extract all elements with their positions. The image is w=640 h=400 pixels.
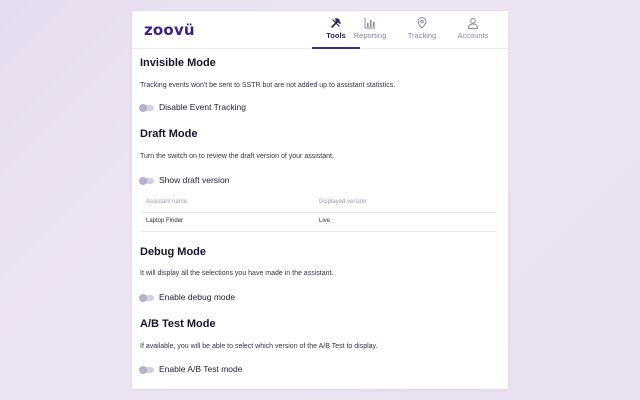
top-nav-bar: zoovü Tools Reporting Tracking Accounts bbox=[132, 11, 508, 49]
zoovu-logo: zoovü bbox=[144, 21, 195, 39]
ab-test-mode-heading: A/B Test Mode bbox=[140, 318, 216, 330]
switch-knob bbox=[139, 294, 147, 302]
tab-reporting-label: Reporting bbox=[353, 31, 387, 40]
ab-test-mode-description: If available, you will be able to select… bbox=[140, 343, 378, 350]
invisible-mode-heading: Invisible Mode bbox=[140, 57, 216, 69]
tab-tracking[interactable]: Tracking bbox=[396, 11, 448, 48]
cell-assistant-name: Laptop Finder bbox=[146, 218, 184, 224]
draft-mode-description: Turn the switch on to review the draft v… bbox=[140, 153, 334, 160]
extension-panel: zoovü Tools Reporting Tracking Accounts … bbox=[132, 11, 508, 389]
switch-knob bbox=[139, 177, 147, 185]
switch-knob bbox=[139, 104, 147, 112]
column-header-displayed-version: Displayed version bbox=[319, 199, 367, 205]
table-row: Laptop Finder Live bbox=[140, 213, 496, 232]
disable-event-tracking-label: Disable Event Tracking bbox=[159, 102, 246, 112]
user-icon bbox=[467, 18, 479, 29]
tools-icon bbox=[331, 18, 341, 28]
enable-ab-test-mode-label: Enable A/B Test mode bbox=[159, 364, 243, 374]
column-header-assistant-name: Assistant name bbox=[146, 199, 188, 205]
enable-ab-test-mode-switch[interactable] bbox=[139, 366, 154, 374]
tab-reporting[interactable]: Reporting bbox=[344, 11, 396, 48]
debug-mode-description: It will display all the selections you h… bbox=[140, 270, 334, 277]
enable-debug-mode-label: Enable debug mode bbox=[159, 292, 236, 302]
invisible-mode-description: Tracking events won't be sent to SSTR bu… bbox=[140, 82, 396, 89]
tab-tracking-label: Tracking bbox=[407, 31, 437, 40]
enable-debug-mode-switch[interactable] bbox=[139, 294, 154, 302]
location-pin-icon bbox=[417, 17, 427, 29]
show-draft-version-label: Show draft version bbox=[159, 175, 230, 185]
bar-chart-icon bbox=[364, 18, 375, 29]
table-header-row: Assistant name Displayed version bbox=[140, 194, 496, 213]
tab-accounts[interactable]: Accounts bbox=[447, 11, 499, 48]
draft-mode-heading: Draft Mode bbox=[140, 128, 198, 140]
draft-version-table: Assistant name Displayed version Laptop … bbox=[140, 194, 496, 232]
show-draft-version-switch[interactable] bbox=[139, 177, 154, 185]
debug-mode-heading: Debug Mode bbox=[140, 246, 206, 258]
switch-knob bbox=[139, 366, 147, 374]
cell-displayed-version: Live bbox=[319, 218, 331, 224]
disable-event-tracking-switch[interactable] bbox=[139, 104, 154, 112]
tab-accounts-label: Accounts bbox=[457, 31, 489, 40]
